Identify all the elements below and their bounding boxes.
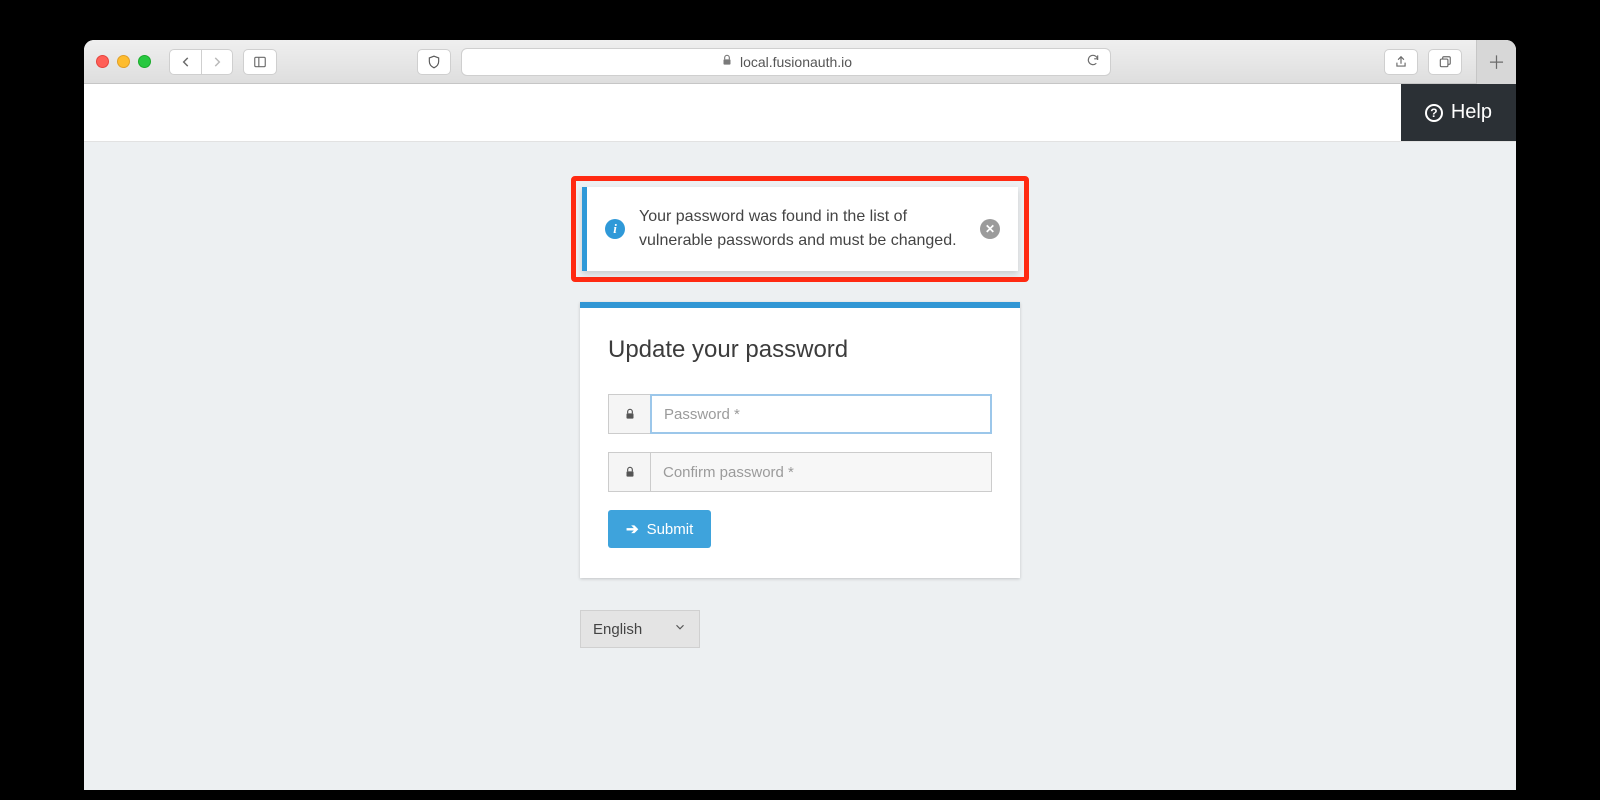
- close-icon: ✕: [985, 222, 995, 236]
- confirm-password-field-row: [608, 452, 992, 492]
- alert-close-button[interactable]: ✕: [980, 219, 1000, 239]
- language-select[interactable]: English: [580, 610, 700, 648]
- share-icon: [1394, 55, 1408, 69]
- lock-icon: [608, 394, 650, 434]
- info-alert: i Your password was found in the list of…: [582, 187, 1018, 271]
- sidebar-icon: [253, 55, 267, 69]
- reload-icon: [1086, 53, 1100, 67]
- reload-button[interactable]: [1086, 53, 1100, 70]
- submit-button[interactable]: ➔ Submit: [608, 510, 711, 548]
- alert-message: Your password was found in the list of v…: [639, 205, 966, 253]
- card-title: Update your password: [608, 336, 992, 364]
- help-label: Help: [1451, 101, 1492, 124]
- sidebar-toggle-button[interactable]: [243, 49, 277, 75]
- new-tab-button[interactable]: ＋: [1476, 40, 1516, 84]
- help-icon: ?: [1425, 104, 1443, 122]
- page-body: i Your password was found in the list of…: [84, 142, 1516, 790]
- submit-label: Submit: [647, 521, 694, 538]
- help-button[interactable]: ? Help: [1401, 84, 1516, 141]
- password-update-card: Update your password ➔ Submit: [580, 302, 1020, 578]
- confirm-password-input[interactable]: [650, 452, 992, 492]
- lock-icon: [720, 53, 734, 70]
- back-button[interactable]: [169, 49, 201, 75]
- language-label: English: [593, 621, 642, 638]
- forward-button[interactable]: [201, 49, 233, 75]
- tabs-icon: [1438, 55, 1452, 69]
- password-field-row: [608, 394, 992, 434]
- arrow-right-icon: ➔: [626, 520, 639, 538]
- lock-icon: [608, 452, 650, 492]
- browser-chrome: local.fusionauth.io ＋: [84, 40, 1516, 84]
- app-header: ? Help: [84, 84, 1516, 142]
- password-input[interactable]: [650, 394, 992, 434]
- annotation-highlight: i Your password was found in the list of…: [571, 176, 1029, 282]
- chevron-left-icon: [179, 55, 193, 69]
- window-controls: [96, 55, 151, 68]
- plus-icon: ＋: [1488, 49, 1506, 75]
- shield-icon: [427, 55, 441, 69]
- info-icon: i: [605, 219, 625, 239]
- close-window-button[interactable]: [96, 55, 109, 68]
- zoom-window-button[interactable]: [138, 55, 151, 68]
- minimize-window-button[interactable]: [117, 55, 130, 68]
- chevron-right-icon: [210, 55, 224, 69]
- chevron-down-icon: [673, 620, 687, 638]
- privacy-shield-button[interactable]: [417, 49, 451, 75]
- address-bar[interactable]: local.fusionauth.io: [461, 48, 1111, 76]
- browser-window: local.fusionauth.io ＋ ? Help: [84, 40, 1516, 790]
- address-text: local.fusionauth.io: [740, 54, 852, 70]
- tabs-button[interactable]: [1428, 49, 1462, 75]
- share-button[interactable]: [1384, 49, 1418, 75]
